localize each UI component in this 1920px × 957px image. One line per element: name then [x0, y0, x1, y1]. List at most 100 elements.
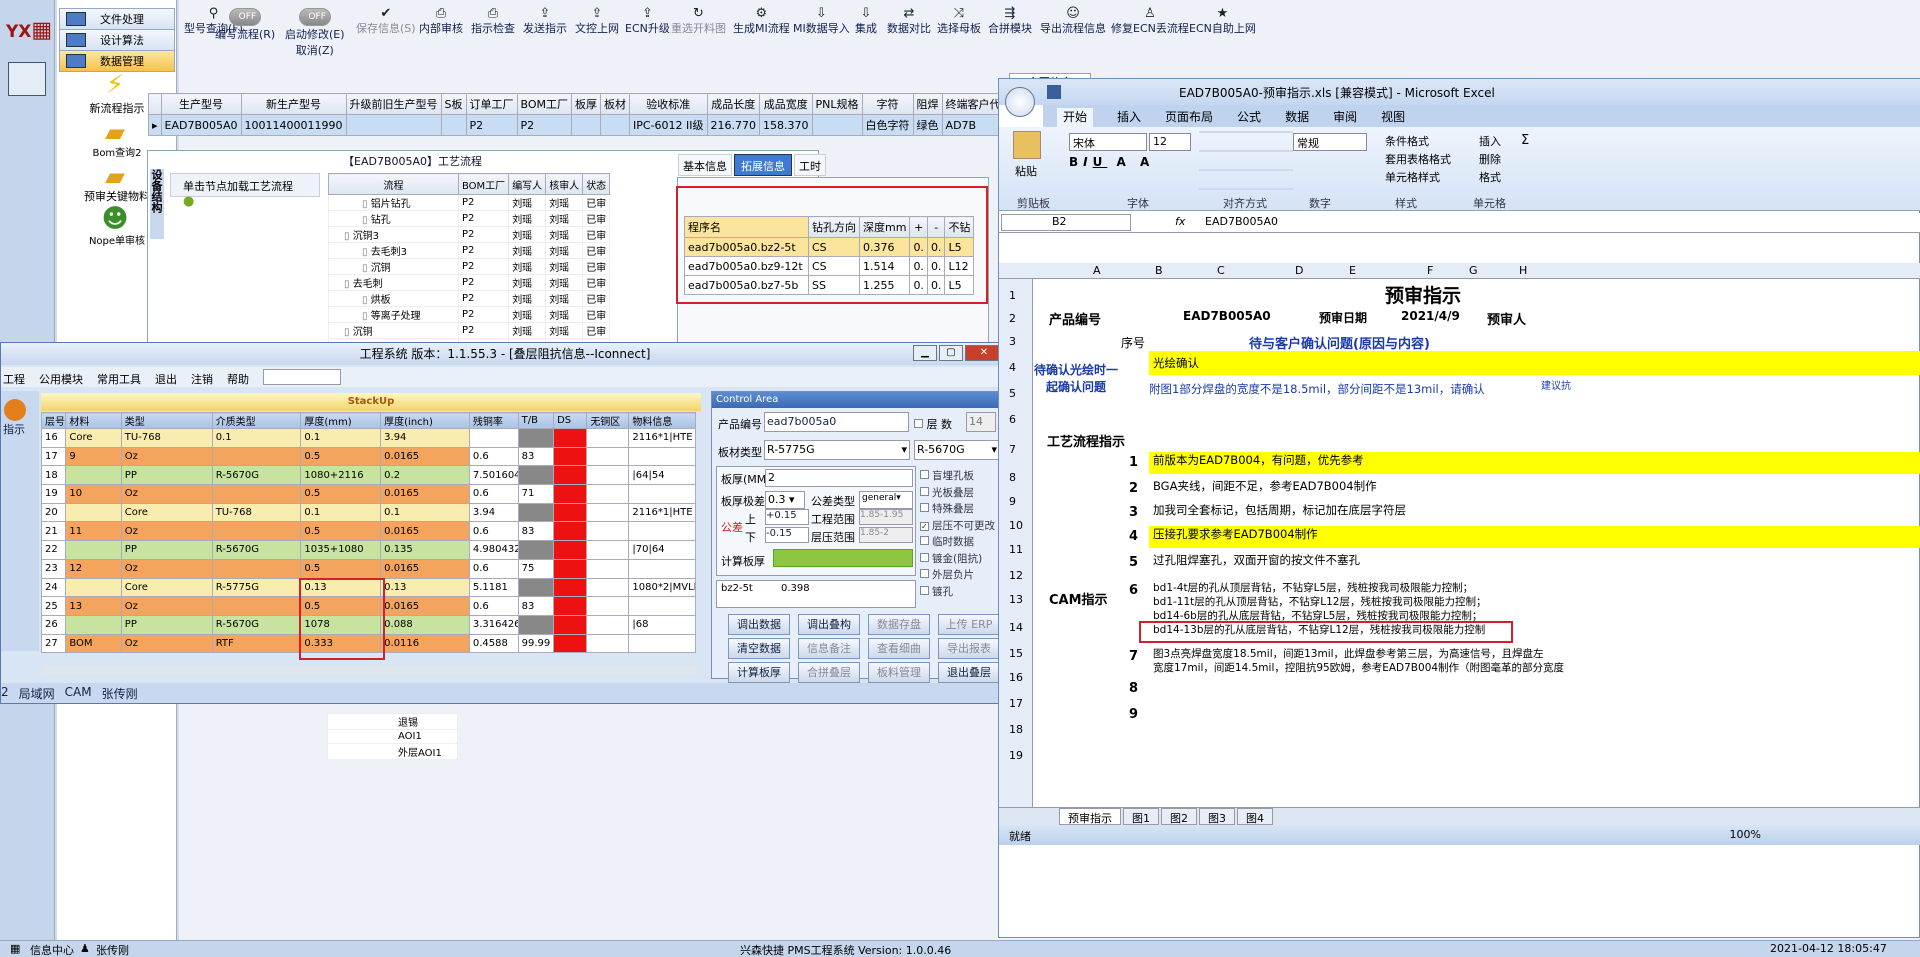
instruction-row[interactable]: 宽度17mil，间距14.5mil，控阻抗95欧姆，参考EAD7B004制作（附… [1149, 660, 1920, 674]
row-seq[interactable]: 7 [1129, 649, 1138, 664]
save-icon[interactable] [1047, 85, 1061, 99]
cell[interactable] [553, 502, 588, 523]
cell[interactable]: |68 [628, 614, 696, 635]
cell[interactable]: 0.0165 [380, 596, 470, 616]
option-checkbox[interactable]: 临时数据 [920, 534, 995, 551]
menu-item[interactable]: 帮助 [227, 371, 249, 387]
table-row[interactable]: ▯ 铝片钻孔 P2 刘瑶 刘瑶 已审 [328, 194, 611, 211]
cell[interactable] [211, 521, 302, 542]
lightning-icon[interactable]: ⚡ [97, 70, 133, 100]
cell[interactable] [517, 614, 555, 635]
cell[interactable]: R-5775G [211, 577, 302, 598]
cell[interactable]: 3.94 [380, 428, 470, 448]
column-header[interactable]: 成品宽度 [759, 93, 813, 115]
menu-item[interactable]: 常用工具 [97, 371, 141, 387]
record-icon[interactable] [4, 399, 26, 421]
cell[interactable] [571, 114, 602, 136]
row-seq[interactable]: 3 [1129, 505, 1138, 520]
option-checkbox[interactable]: 光板叠层 [920, 485, 995, 502]
cell[interactable]: 27 [40, 633, 67, 654]
tab-hours[interactable]: 工时 [794, 154, 826, 176]
modify-toggle[interactable]: OFF 启动修改(E) 取消(Z) [285, 8, 345, 78]
font-style-buttons[interactable]: BIU A A [1069, 155, 1154, 169]
ecn-upgrade-button[interactable]: ⇪ ECN升级 [625, 6, 670, 76]
row-number[interactable]: 17 [1009, 697, 1023, 710]
cell[interactable]: 158.370 [759, 114, 813, 136]
thickness-input[interactable]: 2 [765, 469, 913, 487]
cell[interactable]: 12 [65, 558, 122, 579]
cell[interactable] [586, 540, 630, 560]
cell[interactable] [553, 540, 588, 560]
column-header[interactable]: T/B [517, 412, 555, 429]
cell[interactable]: 0.1 [300, 502, 382, 523]
cell[interactable] [553, 614, 588, 635]
control-button[interactable]: 合拼叠层 [798, 662, 860, 683]
column-header[interactable]: 成品长度 [706, 93, 761, 115]
cell[interactable]: 11 [65, 521, 122, 542]
formula-input[interactable]: EAD7B005A0 [1205, 215, 1278, 228]
calculator-icon[interactable] [8, 62, 46, 96]
align-buttons[interactable] [1199, 131, 1293, 191]
menu-item[interactable]: 注销 [191, 371, 213, 387]
cell[interactable]: TU-768 [120, 428, 213, 448]
cell[interactable]: 7.501604 [468, 465, 519, 486]
cell[interactable] [628, 484, 696, 504]
checkbox-box[interactable] [920, 552, 929, 562]
cell[interactable]: 0.6 [468, 558, 519, 579]
table-row[interactable]: 22 PP R-5670G 1035+1080 0.135 4.980432 |70|64 [40, 540, 696, 560]
row-number[interactable]: 16 [1009, 671, 1023, 684]
cell[interactable] [628, 558, 696, 579]
cell[interactable]: 20 [40, 502, 67, 523]
cell[interactable]: 10 [65, 484, 122, 504]
fx-icon[interactable]: fx [1175, 215, 1185, 228]
table-row[interactable]: 23 12 Oz 0.5 0.0165 0.6 75 [40, 558, 696, 579]
cell[interactable]: 0.1 [300, 428, 382, 448]
cell[interactable] [586, 465, 630, 486]
check-button[interactable]: ⎙ 指示检查 [471, 6, 515, 76]
row-number[interactable]: 2 [1009, 312, 1016, 325]
table-row[interactable]: ▯ 沉铜3 P2 刘瑶 刘瑶 已审 [328, 226, 611, 243]
table-row[interactable]: ▯ 等离子处理 P2 刘瑶 刘瑶 已审 [328, 306, 611, 323]
cell[interactable]: PP [120, 540, 213, 560]
ribbon-tab[interactable]: 视图 [1381, 108, 1405, 127]
instruction-row[interactable]: 图3点亮焊盘宽度18.5mil，间距13mil，此焊盘参考第三层，为高速信号，且… [1149, 646, 1920, 660]
cell[interactable]: 0.4588 [468, 633, 519, 654]
instruction-row[interactable]: 加我司全套标记，包括周期，标记加在底层字符层 [1149, 502, 1920, 524]
product-input[interactable]: ead7b005a0 [764, 412, 909, 432]
cell[interactable] [586, 614, 630, 635]
column-header[interactable]: 类型 [120, 412, 213, 429]
cell[interactable] [586, 577, 630, 598]
cell[interactable]: 0.0165 [380, 446, 470, 467]
insert-button[interactable]: 插入 [1479, 133, 1501, 149]
table-row[interactable]: 18 PP R-5670G 1080+2116 0.2 7.501604 |64|54 [40, 465, 696, 486]
column-header[interactable]: 升级前旧生产型号 [345, 93, 442, 115]
column-header[interactable]: 新生产型号 [240, 93, 347, 115]
checkbox-box[interactable] [920, 569, 929, 578]
row-seq[interactable]: 2 [1129, 481, 1138, 496]
table-row[interactable]: 20 Core TU-768 0.1 0.1 3.94 2116*1|HTE [40, 502, 696, 523]
office-button[interactable] [1005, 87, 1035, 117]
drill-list[interactable]: bz2-5t 0.398 [716, 580, 916, 608]
row-seq[interactable]: 4 [1129, 529, 1138, 544]
menu-item[interactable]: 工程 [3, 371, 25, 387]
cell[interactable]: TU-768 [211, 502, 302, 523]
cell[interactable]: 5.1181 [468, 577, 519, 598]
cell[interactable]: 白色字符 [861, 114, 914, 136]
column-header[interactable]: 厚度(inch) [380, 412, 470, 429]
column-header[interactable]: E [1349, 264, 1356, 277]
side-button-label[interactable]: 指示 [1, 421, 39, 437]
cell[interactable] [553, 428, 588, 448]
cell[interactable]: R-5670G [211, 540, 302, 560]
cell[interactable]: 18 [40, 465, 67, 486]
column-header[interactable]: C [1217, 264, 1225, 277]
control-button[interactable]: 导出报表 [938, 638, 1000, 659]
control-button[interactable]: 调出叠构 [798, 614, 860, 635]
column-header[interactable]: 终端客户代 [941, 93, 1005, 115]
cell[interactable]: 13 [65, 596, 122, 616]
instruction-row[interactable] [1149, 678, 1920, 700]
cell[interactable]: 0.0116 [380, 633, 470, 654]
cell[interactable]: 0.6 [468, 521, 519, 542]
column-header[interactable]: 物料信息 [628, 412, 696, 429]
tab-extended[interactable]: 拓展信息 [734, 154, 792, 176]
ecn-online-button[interactable]: ★ ECN自助上网 [1189, 6, 1256, 76]
